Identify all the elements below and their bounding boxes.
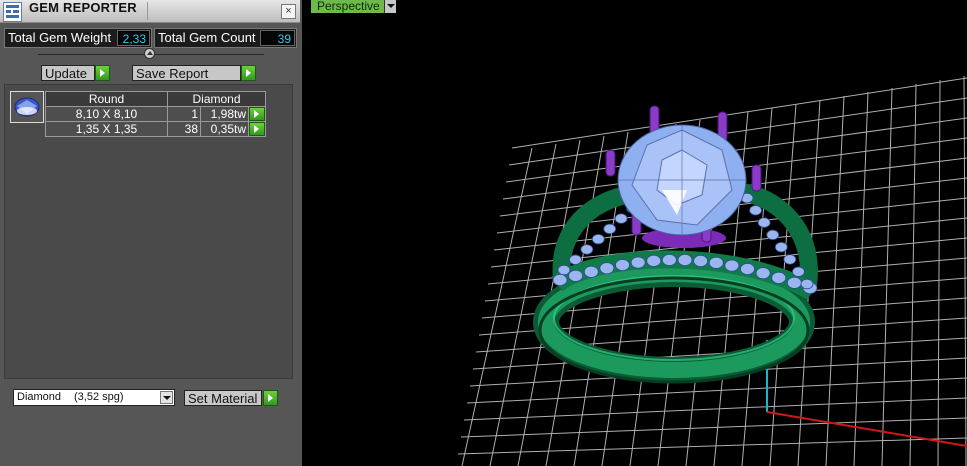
material-dropdown[interactable]: Diamond (3,52 spg) <box>13 389 175 406</box>
save-report-button[interactable]: Save Report <box>132 65 241 81</box>
grid-line <box>825 95 845 466</box>
material-name: Diamond <box>17 391 62 403</box>
grid-line <box>460 417 967 438</box>
total-gem-weight-box: Total Gem Weight 2,33 <box>4 28 152 48</box>
update-go-icon[interactable] <box>95 65 110 81</box>
melee-diamond <box>693 254 709 267</box>
panel-titlebar: GEM REPORTER × <box>0 0 300 23</box>
gem-size: 1,35 X 1,35 <box>45 121 168 137</box>
gem-reporter-panel: GEM REPORTER × Total Gem Weight 2,33 Tot… <box>0 0 302 466</box>
grid-line <box>881 87 893 466</box>
row-go-cell <box>248 121 266 137</box>
panel-title: GEM REPORTER <box>29 0 137 15</box>
column-header-material: Diamond <box>167 91 266 107</box>
melee-diamond <box>766 229 780 241</box>
melee-diamond <box>552 273 568 286</box>
melee-diamond <box>646 254 662 267</box>
melee-diamond <box>580 244 594 255</box>
melee-diamond <box>800 278 814 290</box>
melee-diamond <box>603 223 617 235</box>
table-row[interactable]: 1,35 X 1,35 38 0,35tw <box>45 121 266 137</box>
view-mode-dropdown-icon[interactable] <box>384 0 396 13</box>
melee-diamond <box>591 233 605 245</box>
total-gem-count-label: Total Gem Count <box>158 30 256 45</box>
melee-diamond <box>677 253 693 266</box>
set-material-button[interactable]: Set Material <box>184 390 262 406</box>
gem-weight: 1,98tw <box>200 106 249 122</box>
gem-count: 38 <box>167 121 201 137</box>
melee-diamond <box>786 276 802 289</box>
melee-diamond <box>583 265 599 278</box>
melee-diamond <box>771 271 787 284</box>
grid-line <box>909 83 917 466</box>
gem-size: 8,10 X 8,10 <box>45 106 168 122</box>
total-gem-weight-label: Total Gem Weight <box>8 30 112 45</box>
select-row-arrow-icon[interactable] <box>249 107 265 121</box>
melee-diamond <box>557 264 571 276</box>
update-button[interactable]: Update <box>41 65 95 81</box>
save-report-go-icon[interactable] <box>241 65 256 81</box>
melee-diamond <box>749 205 762 216</box>
total-gem-count-box: Total Gem Count 39 <box>154 28 297 48</box>
melee-diamond <box>792 266 805 277</box>
melee-diamond <box>774 241 788 253</box>
grid-line <box>937 79 941 466</box>
gem-weight: 0,35tw <box>200 121 249 137</box>
total-gem-count-value: 39 <box>260 30 295 46</box>
grid-line <box>853 91 869 466</box>
melee-diamond <box>724 259 740 272</box>
set-material-go-icon[interactable] <box>263 390 278 406</box>
slider-handle[interactable] <box>144 48 155 59</box>
melee-diamond <box>569 254 582 265</box>
melee-diamond <box>755 267 771 280</box>
melee-diamond <box>740 263 755 276</box>
melee-diamond <box>783 254 797 265</box>
grid-line <box>511 77 967 149</box>
grid-line <box>463 397 967 421</box>
gem-table-header: Round Diamond <box>45 91 266 107</box>
melee-diamond <box>708 256 724 269</box>
gem-table: Round Diamond 8,10 X 8,10 1 1,98tw 1,35 … <box>45 91 266 137</box>
ring-render <box>457 75 967 466</box>
melee-diamond <box>757 217 771 228</box>
select-row-arrow-icon[interactable] <box>249 122 265 136</box>
row-go-cell <box>248 106 266 122</box>
total-gem-weight-value: 2,33 <box>117 30 150 46</box>
chevron-down-icon[interactable] <box>160 391 173 404</box>
melee-diamond <box>661 253 677 266</box>
round-diamond-thumbnail[interactable] <box>10 91 44 123</box>
grid-line <box>963 75 967 466</box>
ring-shank <box>533 261 815 384</box>
table-row[interactable]: 8,10 X 8,10 1 1,98tw <box>45 106 266 122</box>
melee-diamond <box>615 259 630 272</box>
gem-count: 1 <box>167 106 201 122</box>
grid-line <box>457 437 967 455</box>
material-spg: (3,52 spg) <box>74 391 124 403</box>
center-diamond <box>617 124 747 236</box>
view-mode-tab[interactable]: Perspective <box>311 0 384 13</box>
melee-diamond <box>568 269 584 282</box>
close-button[interactable]: × <box>281 4 296 19</box>
melee-diamond <box>630 256 646 269</box>
title-divider <box>147 2 148 20</box>
column-header-shape: Round <box>45 91 168 107</box>
melee-diamond <box>599 262 615 275</box>
melee-diamond <box>614 213 628 224</box>
gem-reporter-icon <box>3 2 22 22</box>
